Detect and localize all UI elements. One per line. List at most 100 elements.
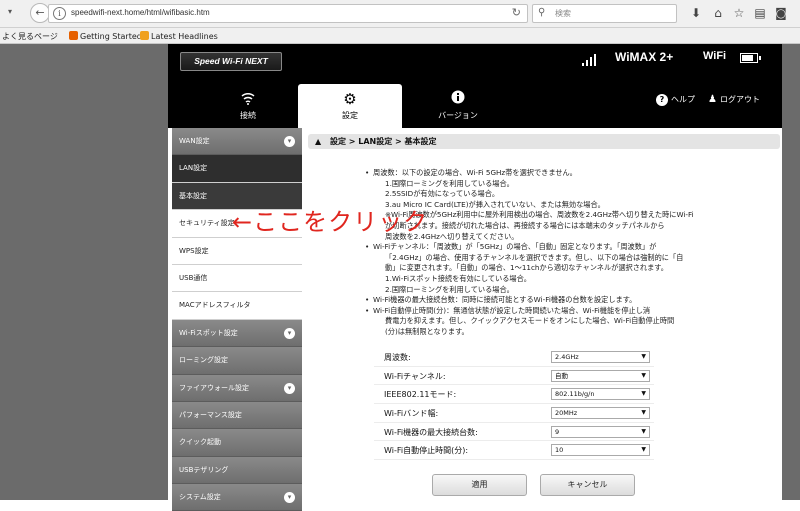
dropdown-arrow-icon: ▼ (641, 409, 646, 417)
form-select[interactable]: 802.11b/g/n ▼ (551, 388, 650, 401)
chevron-down-icon: ▾ (284, 327, 295, 339)
tab-version[interactable]: バージョン (406, 84, 510, 128)
reading-list-icon[interactable]: ▤ (752, 5, 768, 21)
menu-label: USB通信 (179, 273, 208, 282)
form-select[interactable]: 2.4GHz ▼ (551, 351, 650, 363)
form-row: Wi-Fi自動停止時間(分): 10 ▼ (374, 441, 654, 461)
form-select[interactable]: 9 ▼ (551, 425, 650, 438)
history-dropdown-icon[interactable]: ▾ (3, 3, 17, 23)
wifi-status: WiFi (703, 50, 727, 62)
bookmark-star-icon[interactable]: ☆ (731, 5, 747, 21)
breadcrumb: ▲ 設定 > LAN設定 > 基本設定 (308, 134, 780, 149)
battery-icon (740, 53, 761, 63)
chevron-down-icon: ▾ (284, 382, 295, 394)
tab-connect[interactable]: 接続 (196, 84, 300, 128)
menu-item-6[interactable]: MACアドレスフィルタ (172, 292, 302, 320)
dropdown-arrow-icon: ▼ (641, 427, 646, 435)
note-line: 2.5SSIDが有効になっている場合。 (385, 189, 500, 199)
menu-category-7[interactable]: Wi-Fiスポット設定 ▾ (172, 319, 302, 348)
apply-button[interactable]: 適用 (432, 474, 527, 496)
form-select-value: 10 (555, 446, 564, 455)
bookmarks-bar: よく見るページ Getting Started Latest Headlines (0, 28, 800, 44)
battery-level (742, 55, 754, 61)
menu-label: WPS設定 (179, 246, 209, 255)
menu-item-1[interactable]: LAN設定 (172, 155, 302, 183)
menu-category-12[interactable]: USBテザリング (172, 456, 302, 485)
menu-label: ローミング設定 (179, 356, 228, 365)
menu-label: クイック起動 (179, 438, 221, 447)
form-label: IEEE802.11モード: (384, 390, 457, 400)
tab-settings[interactable]: ⚙ 設定 (298, 84, 402, 128)
form-label: Wi-Fi自動停止時間(分): (384, 446, 469, 456)
form-label: 周波数: (384, 353, 411, 362)
help-link[interactable]: ? ヘルプ (656, 94, 695, 106)
menu-category-9[interactable]: ファイアウォール設定 ▾ (172, 374, 302, 402)
bookmark-getting-started[interactable]: Getting Started (69, 31, 142, 41)
form-select-value: 9 (555, 427, 560, 436)
dropdown-arrow-icon: ▼ (641, 353, 646, 360)
search-placeholder: 検索 (555, 9, 571, 18)
note-line: 1.Wi-Fiスポット接続を有効にしている場合。 (385, 273, 531, 283)
note-line: Wi-Fi自動停止時間(分)：無通信状態が設定した時間続いた場合、Wi-Fi機能… (365, 306, 717, 317)
reload-icon[interactable]: ↻ (512, 6, 521, 19)
settings-form: 周波数: 2.4GHz ▼ Wi-Fiチャンネル: 自動 ▼ IEEE802.11モード: 8… (374, 348, 654, 461)
breadcrumb-text: 設定 > LAN設定 > 基本設定 (330, 137, 437, 146)
person-icon: ♟ (708, 94, 717, 105)
form-select-value: 2.4GHz (555, 353, 579, 361)
url-bar[interactable]: i speedwifi-next.home/html/wifibasic.htm… (48, 4, 528, 23)
home-icon[interactable]: ⌂ (710, 5, 726, 21)
dropdown-arrow-icon: ▼ (641, 371, 646, 379)
menu-label: ファイアウォール設定 (179, 383, 249, 392)
download-icon[interactable]: ⬇ (688, 5, 704, 21)
tab-settings-label: 設定 (342, 111, 358, 120)
menu-category-10[interactable]: パフォーマンス設定 (172, 401, 302, 430)
form-label: Wi-Fiチャンネル: (384, 371, 446, 381)
logout-link[interactable]: ♟ ログアウト (708, 94, 760, 105)
menu-item-4[interactable]: WPS設定 (172, 237, 302, 265)
menu-category-8[interactable]: ローミング設定 (172, 347, 302, 375)
menu-label: セキュリティ設定 (179, 219, 235, 228)
menu-category-13[interactable]: システム設定 ▾ (172, 484, 302, 511)
info-icon[interactable]: i (53, 7, 66, 20)
menu-label: USBテザリング (179, 465, 229, 474)
form-select-value: 自動 (555, 371, 568, 380)
note-line: 1.国際ローミングを利用している場合。 (385, 178, 514, 188)
form-label: Wi-Fiバンド幅: (384, 409, 439, 419)
network-type: WiMAX 2+ (615, 50, 674, 64)
pocket-icon[interactable]: ◙ (773, 5, 789, 21)
brand-logo: Speed Wi-Fi NEXT (180, 52, 282, 71)
bookmark-most-visited[interactable]: よく見るページ (2, 31, 58, 42)
chevron-down-icon: ▾ (284, 492, 295, 504)
settings-menu: WAN設定 ▾ LAN設定 基本設定 セキュリティ設定 WPS設定 USB通信 MACアドレス… (172, 128, 302, 511)
page-margin-left (0, 44, 168, 500)
search-input[interactable]: ⚲ 検索 (532, 4, 677, 23)
menu-category-11[interactable]: クイック起動 (172, 429, 302, 457)
bookmark-latest-headlines[interactable]: Latest Headlines (140, 31, 218, 41)
back-button[interactable]: ← (30, 3, 50, 23)
form-select[interactable]: 自動 ▼ (551, 369, 650, 382)
form-row: Wi-Fiバンド幅: 20MHz ▼ (374, 404, 654, 423)
form-select[interactable]: 20MHz ▼ (551, 407, 650, 420)
search-icon: ⚲ (538, 7, 546, 18)
browser-toolbar: ← ▾ i speedwifi-next.home/html/wifibasic… (0, 0, 800, 28)
cancel-button[interactable]: キャンセル (540, 474, 635, 496)
url-text: speedwifi-next.home/html/wifibasic.htm (71, 8, 210, 17)
menu-item-5[interactable]: USB通信 (172, 264, 302, 293)
note-line: (分)は無制限となります。 (385, 326, 469, 336)
form-select[interactable]: 10 ▼ (551, 444, 650, 457)
tab-connect-label: 接続 (240, 111, 256, 120)
form-row: Wi-Fiチャンネル: 自動 ▼ (374, 367, 654, 386)
form-select-value: 802.11b/g/n (555, 390, 595, 399)
menu-category-0[interactable]: WAN設定 ▾ (172, 128, 302, 156)
form-row: IEEE802.11モード: 802.11b/g/n ▼ (374, 385, 654, 405)
menu-label: Wi-Fiスポット設定 (179, 328, 238, 337)
page-margin-right (782, 44, 800, 500)
tab-version-label: バージョン (438, 111, 478, 120)
warning-icon: ▲ (315, 137, 322, 146)
menu-label: LAN設定 (179, 164, 208, 173)
firefox-icon (69, 31, 78, 40)
chevron-down-icon: ▾ (284, 136, 295, 147)
gear-icon: ⚙ (343, 90, 357, 108)
info-icon (406, 90, 510, 108)
router-header: Speed Wi-Fi NEXT WiMAX 2+ WiFi 接続 ⚙ 設定 バ… (168, 44, 782, 128)
